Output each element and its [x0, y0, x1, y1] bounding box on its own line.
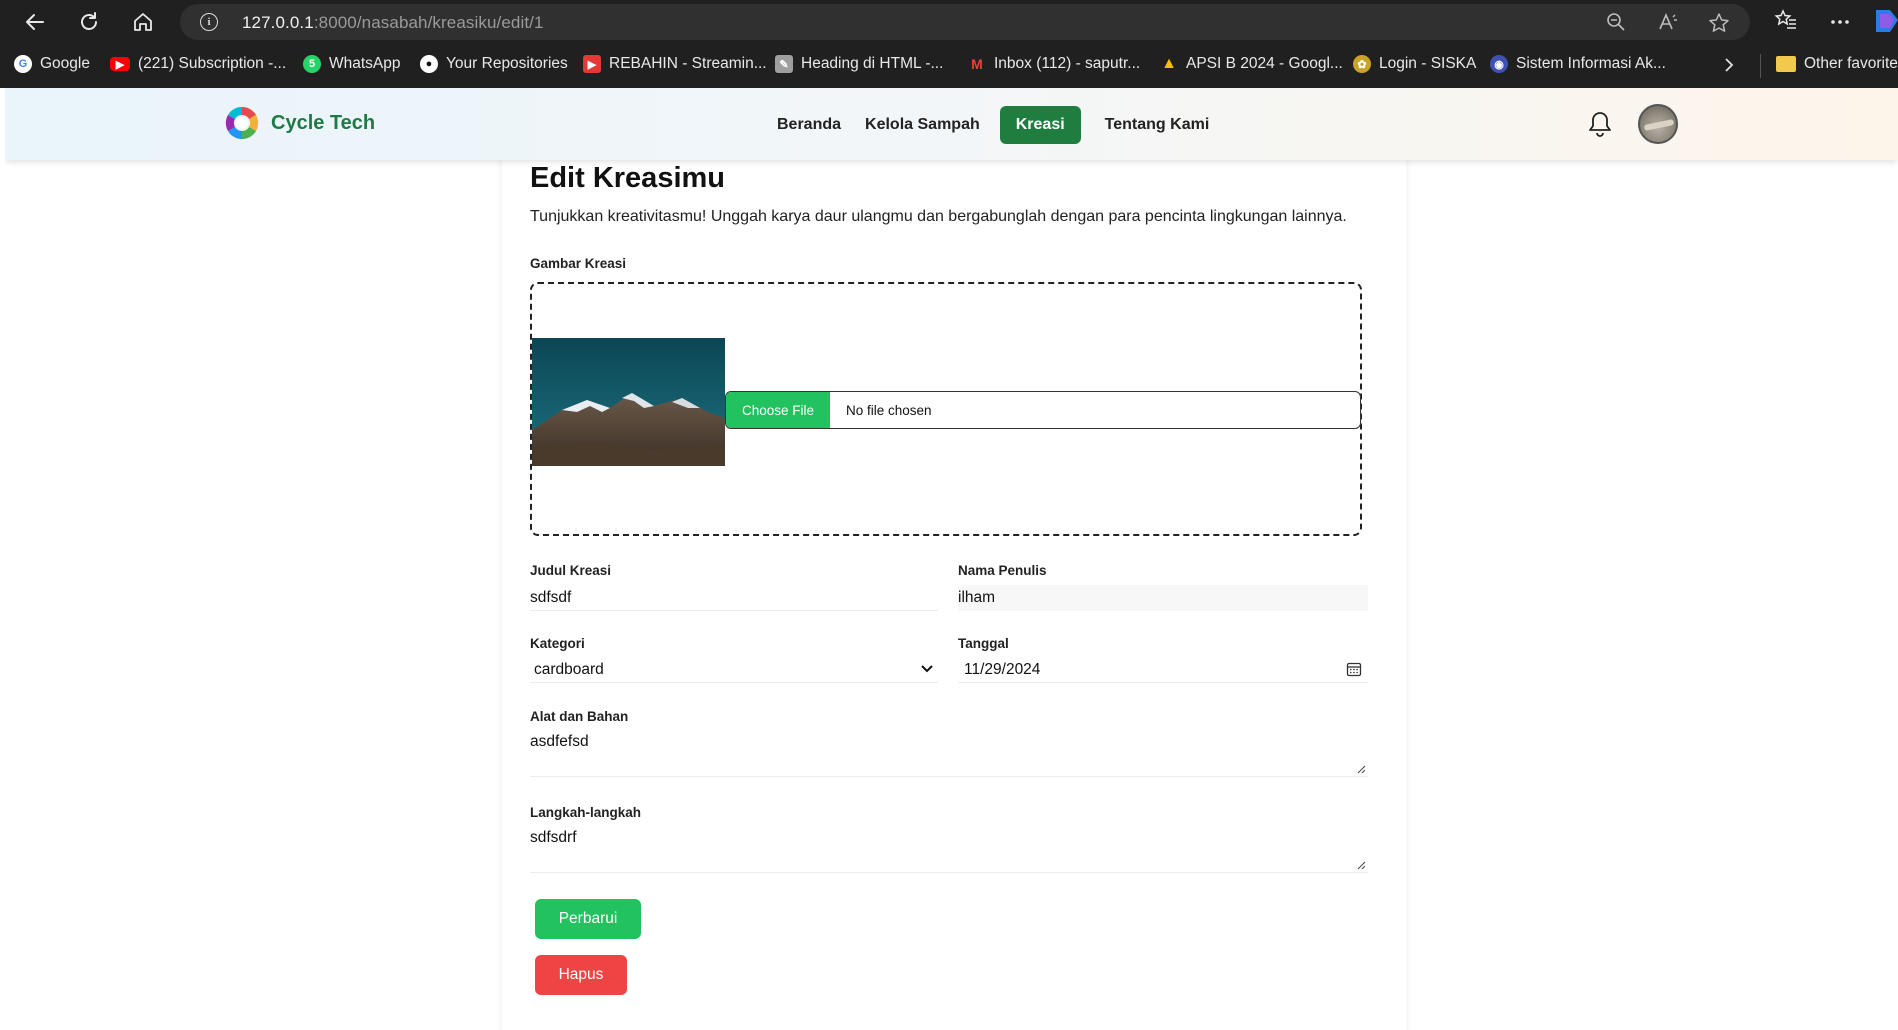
file-status: No file chosen — [846, 402, 932, 418]
choose-file-button[interactable]: Choose File — [726, 392, 830, 428]
refresh-icon[interactable] — [74, 8, 104, 36]
tanggal-input[interactable]: 11/29/2024 — [958, 657, 1368, 683]
chevron-right-icon[interactable] — [1722, 56, 1736, 79]
chevron-down-icon — [921, 665, 933, 673]
label-gambar: Gambar Kreasi — [530, 256, 627, 271]
nav-beranda[interactable]: Beranda — [765, 106, 853, 144]
rebahin-icon: ▶ — [583, 55, 601, 73]
label-judul: Judul Kreasi — [530, 563, 612, 578]
youtube-icon: ▶ — [110, 57, 130, 71]
bookmarks-bar: G Google ▶ (221) Subscription -... 5 Wha… — [0, 44, 1898, 88]
more-menu-icon[interactable] — [1828, 10, 1852, 39]
judul-input[interactable]: sdfsdf — [530, 585, 938, 611]
bookmark-label: APSI B 2024 - Googl... — [1186, 55, 1343, 72]
page-viewport: Cycle Tech Beranda Kelola Sampah Kreasi … — [5, 88, 1898, 1030]
bookmark-label: (221) Subscription -... — [138, 55, 287, 72]
tanggal-value: 11/29/2024 — [964, 660, 1041, 678]
bookmark-item[interactable]: ● Your Repositories — [420, 55, 568, 73]
langkah-textarea[interactable]: sdfsdrf — [530, 829, 1368, 873]
bookmark-label: Login - SISKA — [1379, 55, 1477, 72]
drive-icon: ▲ — [1161, 55, 1177, 72]
browser-toolbar: i 127.0.0.1:8000/nasabah/kreasiku/edit/1 — [0, 0, 1898, 44]
copilot-icon[interactable] — [1872, 6, 1898, 41]
main-menu: Beranda Kelola Sampah Kreasi Tentang Kam… — [765, 106, 1221, 144]
whatsapp-icon: 5 — [303, 55, 321, 73]
bookmark-label: Google — [40, 55, 90, 72]
divider — [1760, 54, 1761, 78]
penulis-input: ilham — [958, 585, 1368, 611]
bookmark-item[interactable]: ✎ Heading di HTML -... — [775, 55, 943, 73]
label-tanggal: Tanggal — [958, 636, 1009, 651]
avatar[interactable] — [1638, 104, 1678, 144]
langkah-value: sdfsdrf — [530, 829, 577, 846]
page-title: Edit Kreasimu — [530, 162, 725, 194]
brand-name: Cycle Tech — [271, 111, 376, 134]
label-langkah: Langkah-langkah — [530, 805, 642, 820]
resize-handle-icon[interactable] — [1356, 764, 1366, 774]
alat-textarea[interactable]: asdfefsd — [530, 733, 1368, 777]
gmail-icon: M — [971, 56, 983, 72]
alat-value: asdfefsd — [530, 733, 589, 750]
other-favorites[interactable]: Other favorites — [1776, 55, 1898, 73]
bookmark-item[interactable]: ▲ APSI B 2024 - Googl... — [1160, 55, 1343, 73]
image-preview — [532, 338, 725, 466]
bookmark-label: Sistem Informasi Ak... — [1516, 55, 1666, 72]
kategori-select[interactable]: cardboard — [530, 657, 938, 683]
bookmark-item[interactable]: ✿ Login - SISKA — [1353, 55, 1476, 73]
bookmark-item[interactable]: ◉ Sistem Informasi Ak... — [1490, 55, 1666, 73]
address-bar[interactable]: i 127.0.0.1:8000/nasabah/kreasiku/edit/1 — [180, 4, 1750, 40]
bookmark-item[interactable]: ▶ (221) Subscription -... — [110, 55, 286, 73]
zoom-icon[interactable] — [1606, 12, 1626, 37]
home-icon[interactable] — [128, 8, 158, 36]
html-icon: ✎ — [775, 55, 793, 73]
penulis-value: ilham — [958, 589, 996, 606]
siakad-icon: ◉ — [1490, 55, 1508, 73]
nav-kreasi[interactable]: Kreasi — [999, 106, 1081, 144]
page-subtitle: Tunjukkan kreativitasmu! Unggah karya da… — [530, 208, 1347, 225]
label-alat: Alat dan Bahan — [530, 709, 629, 724]
judul-value: sdfsdf — [530, 588, 572, 606]
bookmark-item[interactable]: ▶ REBAHIN - Streamin... — [583, 55, 767, 73]
mountain-image — [532, 338, 725, 466]
bell-icon[interactable] — [1587, 110, 1613, 138]
bookmark-label: WhatsApp — [329, 55, 401, 72]
bookmark-label: Your Repositories — [446, 55, 568, 72]
read-aloud-icon[interactable] — [1658, 12, 1678, 37]
nav-tentang-kami[interactable]: Tentang Kami — [1093, 106, 1222, 144]
bookmark-label: REBAHIN - Streamin... — [609, 55, 767, 72]
github-icon: ● — [420, 55, 438, 73]
url-text: 127.0.0.1:8000/nasabah/kreasiku/edit/1 — [242, 13, 544, 32]
bookmark-item[interactable]: 5 WhatsApp — [303, 55, 401, 73]
favorites-icon[interactable] — [1774, 8, 1798, 37]
app-navbar: Cycle Tech Beranda Kelola Sampah Kreasi … — [5, 88, 1898, 160]
image-dropzone[interactable]: Choose File No file chosen — [530, 282, 1362, 536]
favorite-star-icon[interactable] — [1708, 12, 1730, 39]
site-info-icon[interactable]: i — [200, 13, 218, 31]
label-kategori: Kategori — [530, 636, 585, 651]
nav-kelola-sampah[interactable]: Kelola Sampah — [853, 106, 992, 144]
resize-handle-icon[interactable] — [1356, 860, 1366, 870]
update-button[interactable]: Perbarui — [535, 899, 641, 939]
bookmark-label: Heading di HTML -... — [801, 55, 944, 72]
calendar-icon[interactable] — [1346, 661, 1362, 677]
brand-logo[interactable]: Cycle Tech — [223, 104, 375, 142]
folder-icon — [1776, 56, 1796, 72]
file-input[interactable]: Choose File No file chosen — [725, 391, 1361, 429]
recycle-logo-icon — [225, 106, 259, 140]
bookmark-label: Inbox (112) - saputr... — [994, 55, 1141, 72]
siska-icon: ✿ — [1353, 55, 1371, 73]
google-icon: G — [14, 55, 32, 73]
bookmark-label: Other favorites — [1804, 55, 1898, 72]
back-icon[interactable] — [20, 8, 50, 36]
delete-button[interactable]: Hapus — [535, 955, 627, 995]
bookmark-item[interactable]: M Inbox (112) - saputr... — [968, 55, 1140, 73]
bookmark-item[interactable]: G Google — [14, 55, 90, 73]
label-penulis: Nama Penulis — [958, 563, 1047, 578]
kategori-value: cardboard — [534, 660, 604, 678]
